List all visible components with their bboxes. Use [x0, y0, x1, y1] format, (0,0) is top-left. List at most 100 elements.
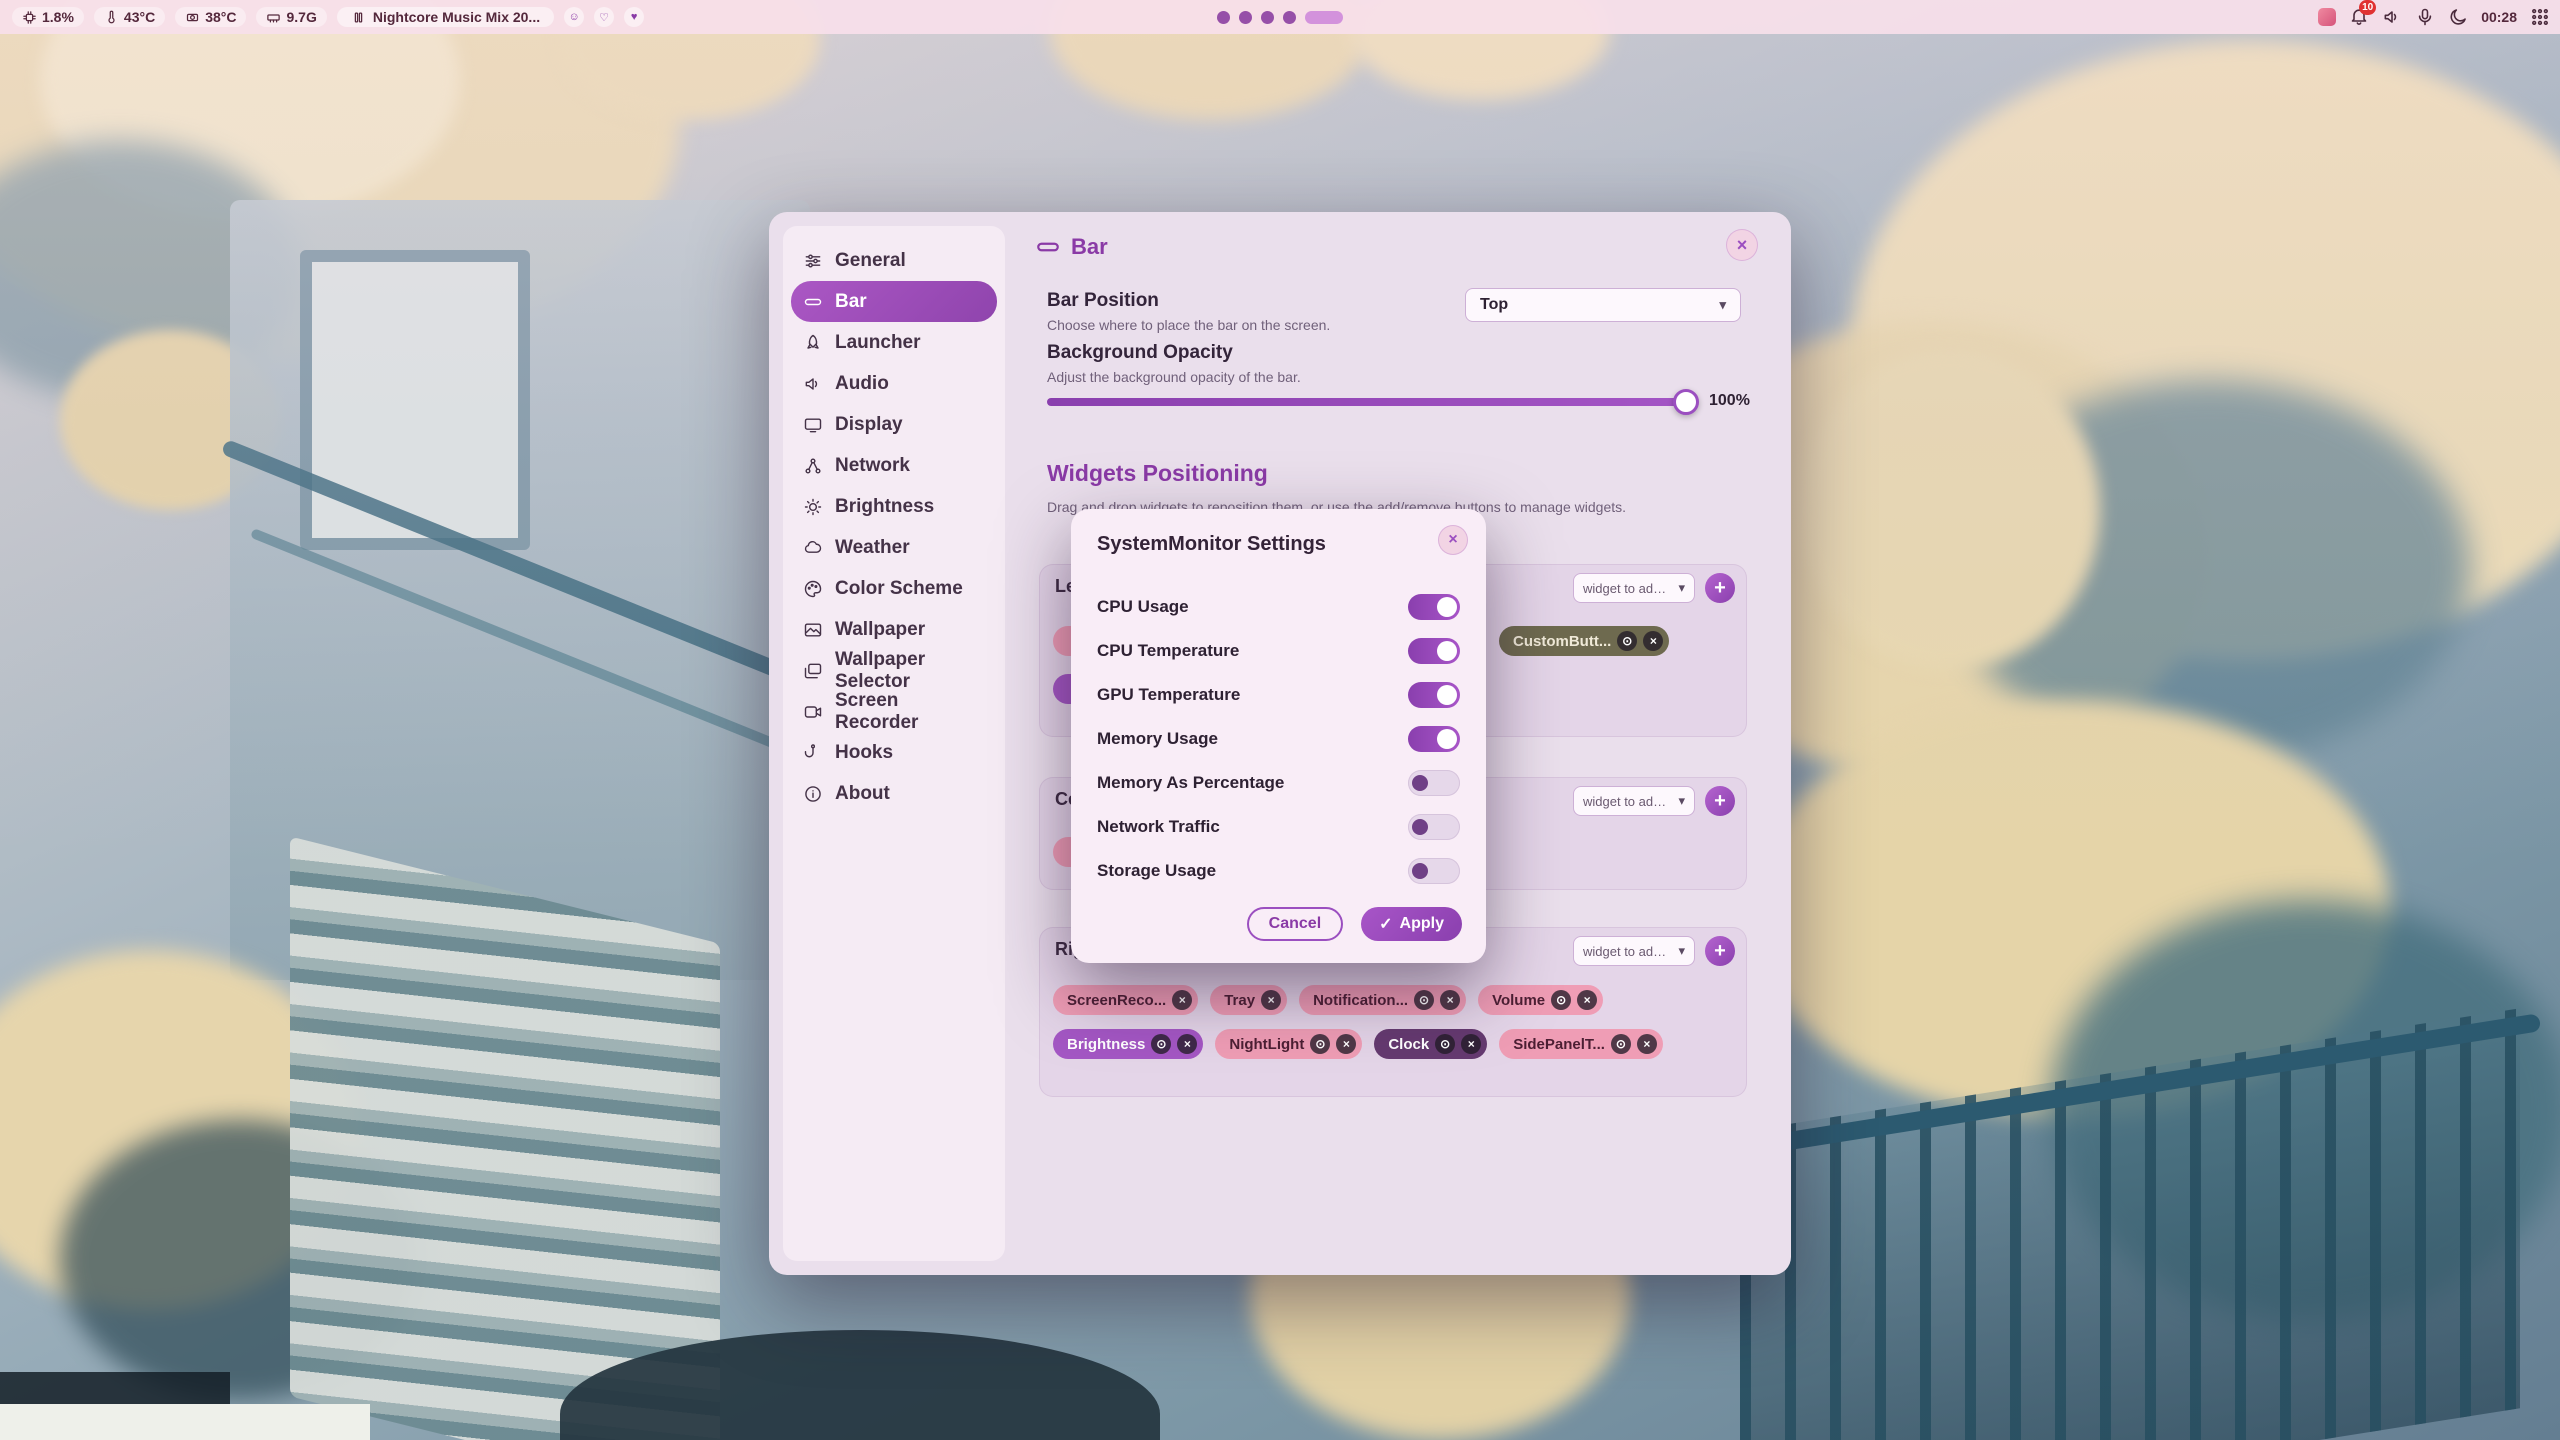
toggle-visibility-icon[interactable]: ⊙: [1617, 631, 1637, 651]
sidebar-item-audio[interactable]: Audio: [791, 363, 997, 404]
sidebar-item-color-scheme[interactable]: Color Scheme: [791, 568, 997, 609]
sidebar-item-wallpaper[interactable]: Wallpaper: [791, 609, 997, 650]
hook-icon: [803, 743, 823, 763]
toggle-visibility-icon[interactable]: ⊙: [1435, 1034, 1455, 1054]
toggle-visibility-icon[interactable]: ⊙: [1551, 990, 1571, 1010]
page-title: Bar: [1035, 234, 1108, 260]
app-grid-icon[interactable]: [2530, 7, 2550, 27]
remove-widget-icon[interactable]: ×: [1172, 990, 1192, 1010]
toggle-label: GPU Temperature: [1097, 685, 1240, 705]
remove-widget-icon[interactable]: ×: [1637, 1034, 1657, 1054]
workspace-dot[interactable]: [1239, 11, 1252, 24]
widget-chip[interactable]: CustomButt... ⊙ ×: [1499, 626, 1669, 656]
sidebar-item-screen-recorder[interactable]: Screen Recorder: [791, 691, 997, 732]
background-opacity-slider[interactable]: [1047, 390, 1695, 414]
remove-widget-icon[interactable]: ×: [1440, 990, 1460, 1010]
slider-handle[interactable]: [1673, 389, 1699, 415]
add-widget-placeholder: widget to add...: [1583, 944, 1669, 959]
gpu-temperature-toggle[interactable]: [1408, 682, 1460, 708]
remove-widget-icon[interactable]: ×: [1261, 990, 1281, 1010]
toggle-visibility-icon[interactable]: ⊙: [1310, 1034, 1330, 1054]
widget-chip-label: Volume: [1492, 992, 1545, 1009]
widget-chip[interactable]: Notification... ⊙ ×: [1299, 985, 1466, 1015]
add-widget-button[interactable]: +: [1705, 936, 1735, 966]
workspace-dot[interactable]: [1217, 11, 1230, 24]
remove-widget-icon[interactable]: ×: [1336, 1034, 1356, 1054]
add-widget-button[interactable]: +: [1705, 573, 1735, 603]
bar-position-dropdown[interactable]: Top ▾: [1465, 288, 1741, 322]
emote-button[interactable]: ☺: [564, 7, 584, 27]
memory-stat[interactable]: 9.7G: [256, 7, 326, 27]
bar-position-description: Choose where to place the bar on the scr…: [1047, 317, 1330, 333]
sidebar-item-about[interactable]: About: [791, 773, 997, 814]
tune-icon: [803, 251, 823, 271]
widget-chip-label: SidePanelT...: [1513, 1036, 1605, 1053]
widget-chip[interactable]: Volume ⊙ ×: [1478, 985, 1603, 1015]
volume-icon[interactable]: [2382, 7, 2402, 27]
modal-close-button[interactable]: ×: [1438, 525, 1468, 555]
info-icon: [803, 784, 823, 804]
add-widget-button[interactable]: +: [1705, 786, 1735, 816]
network-traffic-toggle[interactable]: [1408, 814, 1460, 840]
sidebar-item-hooks[interactable]: Hooks: [791, 732, 997, 773]
sidebar-item-label: Screen Recorder: [835, 690, 985, 734]
sidebar-item-network[interactable]: Network: [791, 445, 997, 486]
add-widget-placeholder: widget to add...: [1583, 581, 1669, 596]
widget-chip[interactable]: NightLight ⊙ ×: [1215, 1029, 1362, 1059]
add-widget-dropdown[interactable]: widget to add... ▾: [1573, 573, 1695, 603]
smiley-icon: ☺: [568, 11, 579, 23]
gpu-temp-stat[interactable]: 38°C: [175, 7, 246, 27]
sidebar-item-weather[interactable]: Weather: [791, 527, 997, 568]
memory-as-percentage-toggle[interactable]: [1408, 770, 1460, 796]
sidebar-item-brightness[interactable]: Brightness: [791, 486, 997, 527]
memory-usage-toggle[interactable]: [1408, 726, 1460, 752]
workspaces: [1217, 0, 1343, 34]
sidebar-item-general[interactable]: General: [791, 240, 997, 281]
media-player-pill[interactable]: Nightcore Music Mix 20...: [337, 7, 554, 27]
widget-chip-label: ScreenReco...: [1067, 992, 1166, 1009]
toggle-visibility-icon[interactable]: ⊙: [1414, 990, 1434, 1010]
sidebar-item-display[interactable]: Display: [791, 404, 997, 445]
remove-widget-icon[interactable]: ×: [1461, 1034, 1481, 1054]
like-button[interactable]: ♥: [624, 7, 644, 27]
night-light-moon-icon[interactable]: [2448, 7, 2468, 27]
add-widget-dropdown[interactable]: widget to add... ▾: [1573, 786, 1695, 816]
cpu-usage-value: 1.8%: [42, 9, 74, 25]
desktop: 1.8% 43°C 38°C 9.7G Nightcore Music Mix …: [0, 0, 2560, 1440]
sidebar-item-label: Launcher: [835, 332, 921, 354]
cpu-usage-stat[interactable]: 1.8%: [12, 7, 84, 27]
apply-button[interactable]: ✓ Apply: [1361, 907, 1462, 941]
workspace-active-indicator[interactable]: [1305, 11, 1343, 24]
microphone-icon[interactable]: [2415, 7, 2435, 27]
window-close-button[interactable]: ×: [1726, 229, 1758, 261]
toggle-visibility-icon[interactable]: ⊙: [1611, 1034, 1631, 1054]
cpu-temp-stat[interactable]: 43°C: [94, 7, 165, 27]
add-widget-dropdown[interactable]: widget to add... ▾: [1573, 936, 1695, 966]
slider-track[interactable]: [1047, 398, 1695, 406]
remove-widget-icon[interactable]: ×: [1643, 631, 1663, 651]
widget-chip[interactable]: SidePanelT... ⊙ ×: [1499, 1029, 1663, 1059]
sidebar-item-bar[interactable]: Bar: [791, 281, 997, 322]
storage-usage-toggle[interactable]: [1408, 858, 1460, 884]
clock[interactable]: 00:28: [2481, 9, 2517, 25]
widget-chip[interactable]: Brightness ⊙ ×: [1053, 1029, 1203, 1059]
widget-chip[interactable]: ScreenReco... ×: [1053, 985, 1198, 1015]
workspace-dot[interactable]: [1283, 11, 1296, 24]
cpu-usage-toggle[interactable]: [1408, 594, 1460, 620]
thermometer-icon: [104, 10, 119, 25]
workspace-dot[interactable]: [1261, 11, 1274, 24]
sidebar-item-wallpaper-selector[interactable]: Wallpaper Selector: [791, 650, 997, 691]
notifications-button[interactable]: 10: [2349, 6, 2369, 29]
remove-widget-icon[interactable]: ×: [1177, 1034, 1197, 1054]
toggle-visibility-icon[interactable]: ⊙: [1151, 1034, 1171, 1054]
toggle-label: Memory As Percentage: [1097, 773, 1284, 793]
remove-widget-icon[interactable]: ×: [1577, 990, 1597, 1010]
widget-chip[interactable]: Tray ×: [1210, 985, 1287, 1015]
widget-chip[interactable]: Clock ⊙ ×: [1374, 1029, 1487, 1059]
toggle-row-memory-as-percentage: Memory As Percentage: [1097, 761, 1460, 805]
color-swatch-icon[interactable]: [2318, 8, 2336, 26]
favorite-button[interactable]: ♡: [594, 7, 614, 27]
cpu-temperature-toggle[interactable]: [1408, 638, 1460, 664]
cancel-button[interactable]: Cancel: [1247, 907, 1343, 941]
sidebar-item-launcher[interactable]: Launcher: [791, 322, 997, 363]
